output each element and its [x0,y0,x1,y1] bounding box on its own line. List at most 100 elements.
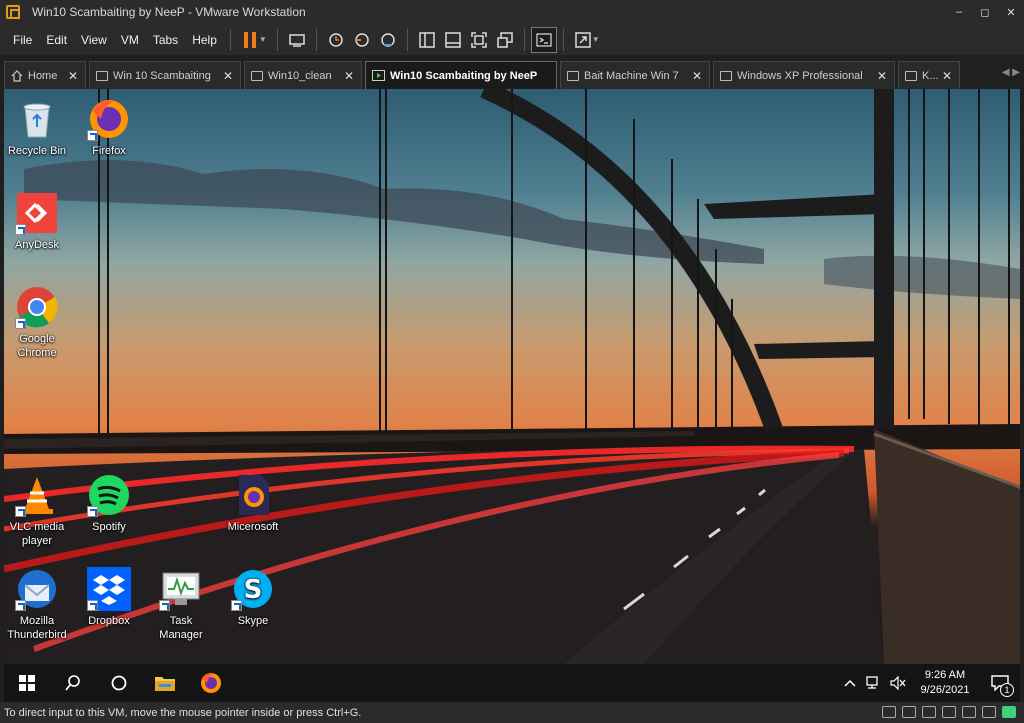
menu-tabs[interactable]: Tabs [146,33,185,47]
revert-snapshot-button[interactable] [349,27,375,53]
pause-icon [243,31,256,48]
message-log-icon[interactable] [1002,706,1016,718]
task-manager-icon [159,567,203,611]
title-bar: Win10 Scambaiting by NeeP - VMware Works… [0,0,1024,24]
toolbar-separator [276,28,278,51]
desktop-icon-vlc[interactable]: VLC media player [4,473,70,548]
unity-button[interactable] [492,27,518,53]
system-tray: 9:26 AM 9/26/2021 1 [838,664,1020,702]
desktop-icon-recycle-bin[interactable]: Recycle Bin [4,97,70,158]
close-icon[interactable]: ✕ [68,69,78,83]
action-center-button[interactable]: 1 [980,664,1020,702]
desktop-icon-label: Firefox [92,145,126,157]
close-button[interactable]: ✕ [998,0,1024,24]
network-adapter-icon[interactable] [902,706,916,718]
tab-bait-machine-win-7[interactable]: Bait Machine Win 7 ✕ [560,61,710,89]
chevron-up-icon [844,679,856,687]
tab-win-10-scambaiting[interactable]: Win 10 Scambaiting ✕ [89,61,241,89]
revert-clock-icon [355,32,369,47]
tab-k[interactable]: K... ✕ [898,61,960,89]
recycle-bin-icon [15,97,59,141]
toolbar-separator [315,28,317,51]
tab-scroll-arrows-icon[interactable]: ◀ ▶ [1002,67,1020,78]
start-button[interactable] [4,664,50,702]
pause-button[interactable] [237,27,263,53]
desktop-icon-google-chrome[interactable]: Google Chrome [4,285,70,360]
tab-home[interactable]: Home ✕ [4,61,86,89]
close-icon[interactable]: ✕ [942,69,952,83]
sound-card-icon[interactable] [962,706,976,718]
menu-bar: File Edit View VM Tabs Help ▼ ▼ [0,24,1024,55]
menu-help[interactable]: Help [185,33,224,47]
taskbar-firefox[interactable] [188,664,234,702]
send-ctrl-alt-del-button[interactable] [284,27,310,53]
desktop-icon-dropbox[interactable]: Dropbox [76,567,142,628]
desktop-icon-task-manager[interactable]: Task Manager [148,567,214,642]
taskbar-clock[interactable]: 9:26 AM 9/26/2021 [910,668,980,698]
tab-label: Windows XP Professional [737,69,863,82]
shortcut-arrow-icon [87,506,98,517]
device-status-icons [876,706,1016,718]
cortana-button[interactable] [96,664,142,702]
snapshot-manager-button[interactable] [375,27,401,53]
tab-win10-clean[interactable]: Win10_clean ✕ [244,61,362,89]
vm-icon [720,70,732,81]
shortcut-arrow-icon [87,600,98,611]
firefox-icon [87,97,131,141]
close-icon[interactable]: ✕ [692,69,702,83]
tab-win10-scambaiting-by-neep[interactable]: Win10 Scambaiting by NeeP [365,61,557,89]
library-panel-icon [419,31,435,48]
cd-dvd-icon[interactable] [922,706,936,718]
menu-edit[interactable]: Edit [39,33,74,47]
desktop-icon-firefox[interactable]: Firefox [76,97,142,158]
stretch-guest-button[interactable] [570,27,596,53]
maximize-button[interactable]: ◻ [972,0,998,24]
desktop-icon-label: Mozilla Thunderbird [7,615,67,641]
show-thumbnail-bar-button[interactable] [440,27,466,53]
volume-button[interactable] [886,664,910,702]
shortcut-arrow-icon [159,600,170,611]
tab-label: Win 10 Scambaiting [113,69,211,82]
tab-windows-xp-professional[interactable]: Windows XP Professional ✕ [713,61,895,89]
spotify-icon [87,473,131,517]
hard-disk-icon[interactable] [882,706,896,718]
search-button[interactable] [50,664,96,702]
desktop-icon-label: Recycle Bin [7,145,67,157]
full-screen-button[interactable] [466,27,492,53]
toolbar-separator [406,28,408,51]
svg-text:S: S [244,575,263,605]
window-title: Win10 Scambaiting by NeeP - VMware Works… [32,5,306,19]
close-icon[interactable]: ✕ [223,69,233,83]
tab-label: Win10 Scambaiting by NeeP [390,69,538,82]
shortcut-arrow-icon [15,600,26,611]
desktop-icon-skype[interactable]: S Skype [220,567,286,628]
tab-label: K... [922,69,939,82]
search-icon [65,675,80,691]
menu-vm[interactable]: VM [114,33,146,47]
minimize-button[interactable]: – [946,0,972,24]
vm-icon [251,70,263,81]
firefox-file-icon [231,473,275,517]
menu-view[interactable]: View [74,33,114,47]
close-icon[interactable]: ✕ [344,69,354,83]
shortcut-arrow-icon [15,224,26,235]
window-controls: – ◻ ✕ [946,0,1024,24]
console-view-button[interactable] [530,26,557,53]
menu-file[interactable]: File [6,33,39,47]
skype-icon: S [231,567,275,611]
show-hidden-icons-button[interactable] [838,664,862,702]
desktop-icon-anydesk[interactable]: AnyDesk [4,191,70,252]
windows-logo-icon [19,675,35,691]
stretch-icon [575,31,591,48]
display-icon[interactable] [982,706,996,718]
vm-desktop[interactable]: Recycle Bin Firefox AnyDesk Google Chrom… [4,89,1020,664]
close-icon[interactable]: ✕ [877,69,887,83]
snapshot-button[interactable] [323,27,349,53]
taskbar-file-explorer[interactable] [142,664,188,702]
show-library-button[interactable] [414,27,440,53]
desktop-icon-micerosoft[interactable]: Micerosoft [220,473,286,534]
desktop-icon-thunderbird[interactable]: Mozilla Thunderbird [4,567,70,642]
network-button[interactable] [862,664,886,702]
desktop-icon-spotify[interactable]: Spotify [76,473,142,534]
usb-device-icon[interactable] [942,706,956,718]
